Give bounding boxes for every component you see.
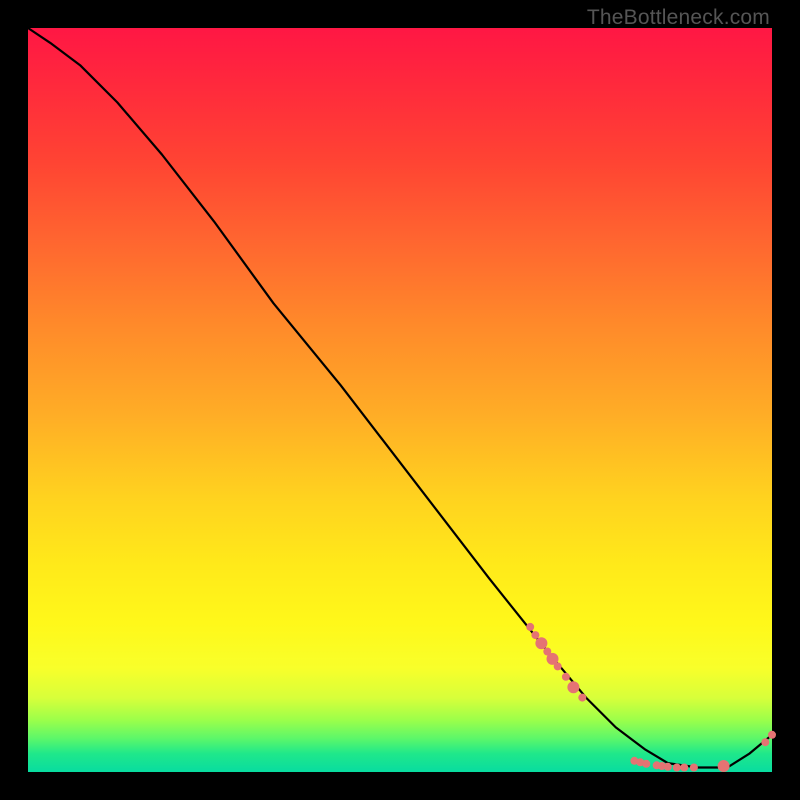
- plot-area: [28, 28, 772, 772]
- marker-point: [531, 631, 539, 639]
- marker-point: [562, 673, 570, 681]
- marker-point: [664, 763, 672, 771]
- marker-point: [554, 662, 562, 670]
- marker-point: [718, 760, 730, 772]
- marker-point: [578, 694, 586, 702]
- bottleneck-curve-svg: [28, 28, 772, 772]
- marker-point: [526, 623, 534, 631]
- marker-point: [567, 681, 579, 693]
- watermark-label: TheBottleneck.com: [587, 6, 770, 30]
- bottleneck-curve: [28, 28, 772, 768]
- marker-point: [761, 738, 769, 746]
- marker-point: [680, 764, 688, 772]
- marker-point: [535, 637, 547, 649]
- marker-point: [642, 760, 650, 768]
- marker-point: [690, 764, 698, 772]
- marker-point: [768, 731, 776, 739]
- chart-frame: TheBottleneck.com: [0, 0, 800, 800]
- marker-point: [673, 764, 681, 772]
- highlighted-points: [526, 623, 776, 772]
